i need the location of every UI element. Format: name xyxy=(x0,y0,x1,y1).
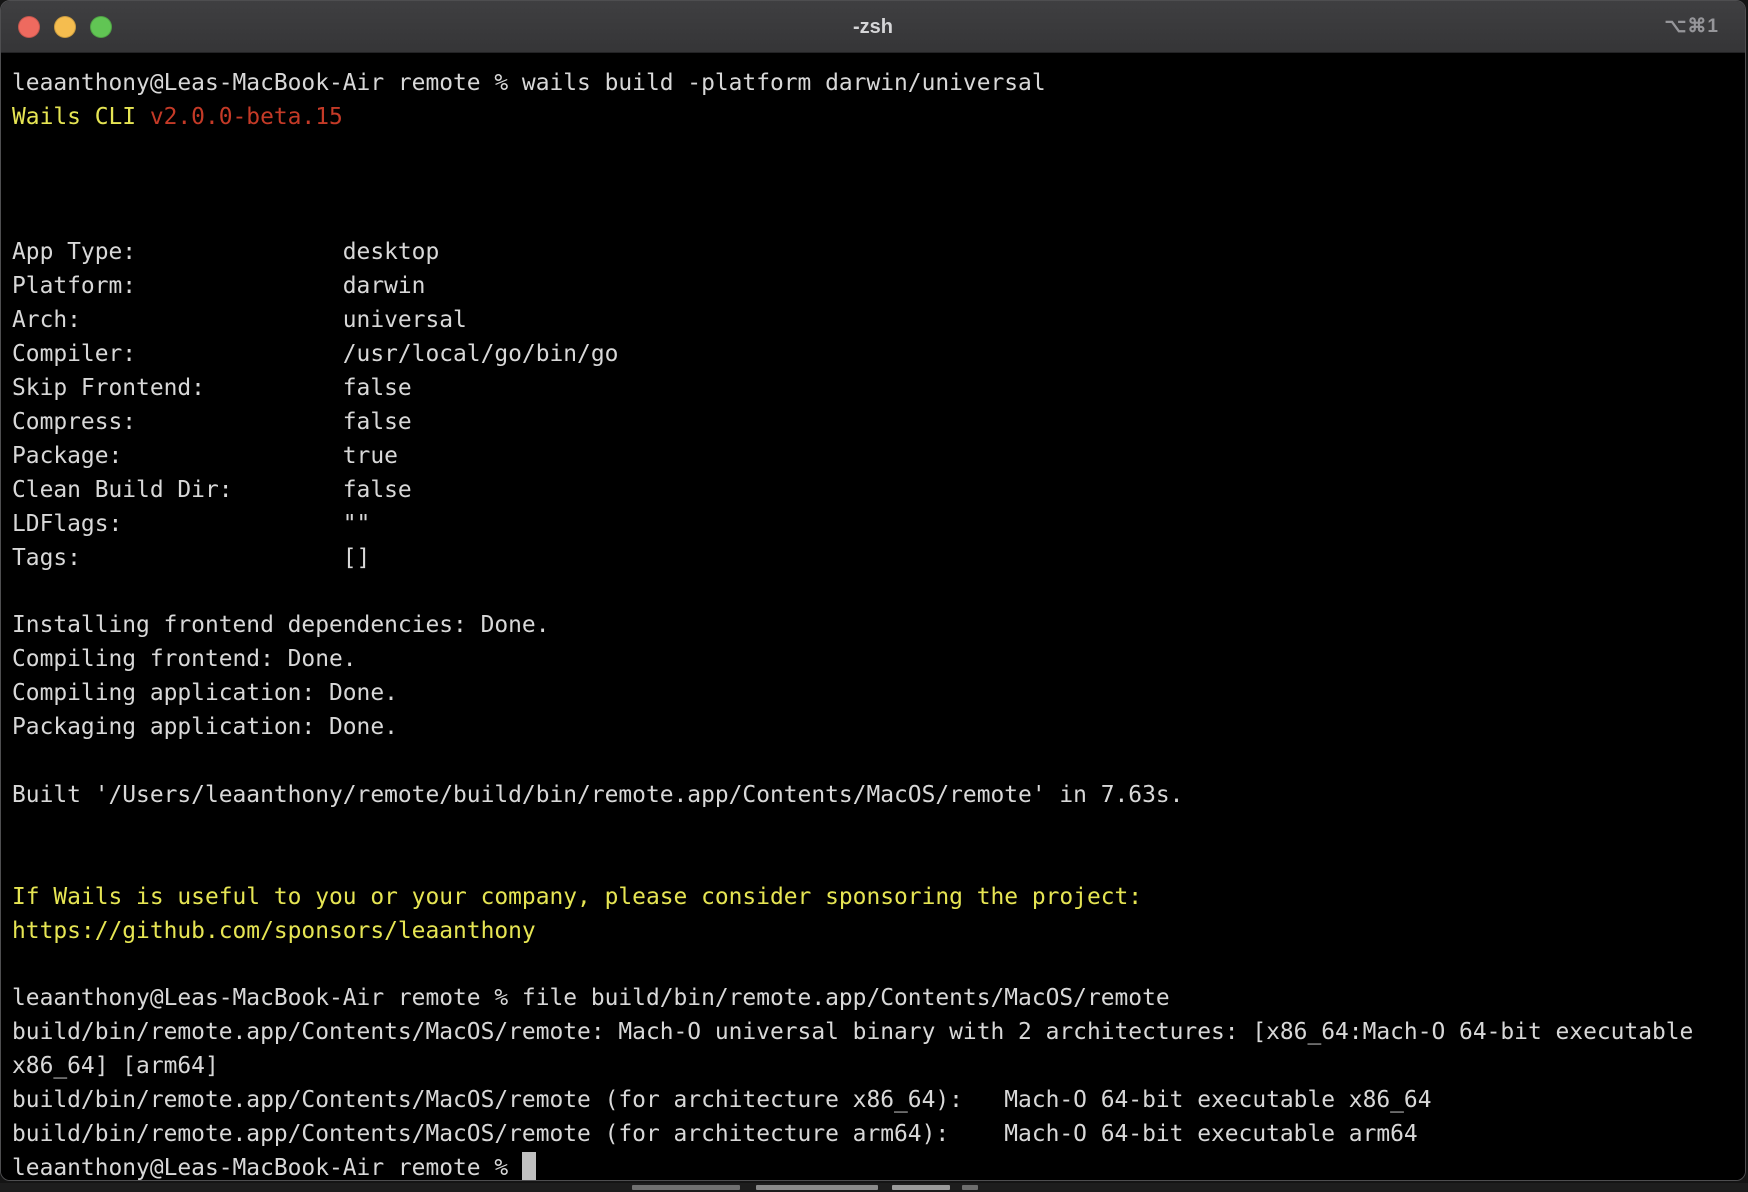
terminal-line: Tags: [] xyxy=(12,542,1745,576)
terminal-cursor xyxy=(522,1152,536,1180)
terminal-line: Compiling frontend: Done. xyxy=(12,643,1745,677)
terminal-line: Built '/Users/leaanthony/remote/build/bi… xyxy=(12,779,1745,813)
terminal-line xyxy=(12,847,1745,881)
terminal-line: Wails CLI v2.0.0-beta.15 xyxy=(12,101,1745,135)
terminal-line: build/bin/remote.app/Contents/MacOS/remo… xyxy=(12,1016,1745,1050)
terminal-line: Packaging application: Done. xyxy=(12,711,1745,745)
terminal-line: Compress: false xyxy=(12,406,1745,440)
terminal-line: Installing frontend dependencies: Done. xyxy=(12,609,1745,643)
background-window-fragment xyxy=(756,1185,878,1190)
window-shortcut-hint: ⌥⌘1 xyxy=(1665,1,1719,53)
terminal-line: App Type: desktop xyxy=(12,236,1745,270)
terminal-line: x86_64] [arm64] xyxy=(12,1050,1745,1084)
terminal-line xyxy=(12,203,1745,237)
terminal-line: Arch: universal xyxy=(12,304,1745,338)
terminal-line: Compiling application: Done. xyxy=(12,677,1745,711)
terminal-line: Skip Frontend: false xyxy=(12,372,1745,406)
window-title: -zsh xyxy=(1,1,1745,53)
terminal-line: LDFlags: "" xyxy=(12,508,1745,542)
terminal-line: Clean Build Dir: false xyxy=(12,474,1745,508)
terminal-line: leaanthony@Leas-MacBook-Air remote % xyxy=(12,1152,1745,1180)
terminal-line: build/bin/remote.app/Contents/MacOS/remo… xyxy=(12,1118,1745,1152)
background-window-fragment xyxy=(892,1185,950,1190)
terminal-line: If Wails is useful to you or your compan… xyxy=(12,881,1745,915)
terminal-line: Package: true xyxy=(12,440,1745,474)
terminal-line: leaanthony@Leas-MacBook-Air remote % wai… xyxy=(12,67,1745,101)
background-window-sliver xyxy=(0,1183,1748,1192)
terminal-line: https://github.com/sponsors/leaanthony xyxy=(12,915,1745,949)
terminal-screen[interactable]: leaanthony@Leas-MacBook-Air remote % wai… xyxy=(1,53,1745,1180)
terminal-line: build/bin/remote.app/Contents/MacOS/remo… xyxy=(12,1084,1745,1118)
terminal-line xyxy=(12,745,1745,779)
terminal-line: Compiler: /usr/local/go/bin/go xyxy=(12,338,1745,372)
terminal-line xyxy=(12,813,1745,847)
terminal-line xyxy=(12,576,1745,610)
terminal-line xyxy=(12,135,1745,169)
terminal-line: Platform: darwin xyxy=(12,270,1745,304)
terminal-line xyxy=(12,169,1745,203)
terminal-line xyxy=(12,948,1745,982)
window-titlebar[interactable]: -zsh ⌥⌘1 xyxy=(1,1,1745,53)
background-window-fragment xyxy=(632,1185,740,1190)
terminal-window: -zsh ⌥⌘1 leaanthony@Leas-MacBook-Air rem… xyxy=(0,0,1746,1181)
terminal-line: leaanthony@Leas-MacBook-Air remote % fil… xyxy=(12,982,1745,1016)
background-window-fragment xyxy=(962,1185,978,1190)
